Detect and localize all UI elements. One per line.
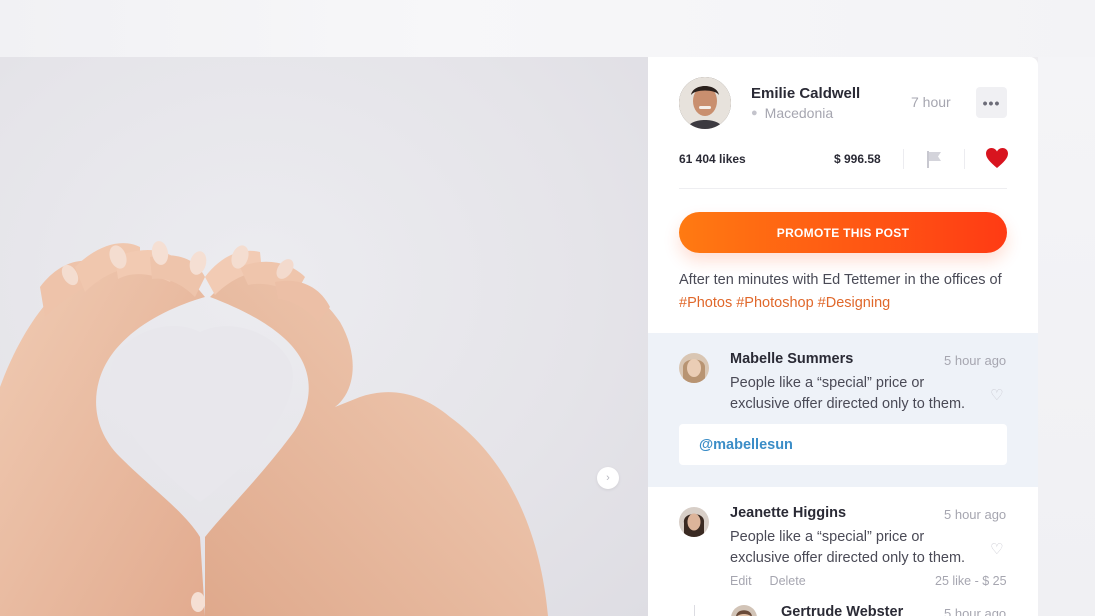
post-caption: After ten minutes with Ed Tettemer in th… <box>679 269 1014 315</box>
comment-time: 5 hour ago <box>944 507 1007 522</box>
commenter-name[interactable]: Mabelle Summers <box>730 351 853 367</box>
post-panel: Emilie Caldwell ● Macedonia 7 hour ••• 6… <box>648 57 1038 616</box>
map-pin-icon: ● <box>751 107 758 119</box>
post-stats: 61 404 likes $ 996.58 <box>679 143 1009 189</box>
delete-link[interactable]: Delete <box>770 574 806 588</box>
comment-actions: Edit Delete <box>730 574 806 588</box>
likes-count: 61 404 likes <box>679 152 746 166</box>
author-location: ● Macedonia <box>751 105 833 121</box>
avatar-image <box>731 605 757 616</box>
reply-mention[interactable]: @mabellesun <box>699 437 793 453</box>
post-price: $ 996.58 <box>834 152 881 166</box>
caption-text: After ten minutes with Ed Tettemer in th… <box>679 272 1002 288</box>
comment-time: 5 hour ago <box>944 353 1007 368</box>
edit-link[interactable]: Edit <box>730 574 752 588</box>
heart-hands-illustration <box>0 241 548 616</box>
divider <box>964 149 965 169</box>
commenter-avatar[interactable] <box>679 507 709 537</box>
author-avatar[interactable] <box>679 77 731 129</box>
flag-icon[interactable] <box>924 149 944 169</box>
heart-outline-icon[interactable]: ♡ <box>990 386 1003 404</box>
author-name[interactable]: Emilie Caldwell <box>751 85 860 102</box>
comment-meta: 25 like - $ 25 <box>935 574 1007 588</box>
more-options-button[interactable]: ••• <box>976 87 1007 118</box>
commenter-name[interactable]: Gertrude Webster <box>781 604 903 616</box>
hashtags[interactable]: #Photos #Photoshop #Designing <box>679 295 890 311</box>
post-header: Emilie Caldwell ● Macedonia 7 hour ••• 6… <box>648 57 1038 327</box>
comment-item: Mabelle Summers 5 hour ago People like a… <box>648 333 1038 487</box>
location-text: Macedonia <box>764 105 834 121</box>
background-right <box>1038 57 1095 616</box>
next-photo-button[interactable]: › <box>597 467 619 489</box>
commenter-avatar[interactable] <box>731 605 757 616</box>
post-time: 7 hour <box>911 94 951 110</box>
background-top <box>0 0 1095 57</box>
heart-icon[interactable] <box>985 147 1009 169</box>
reply-mention-box[interactable]: @mabellesun <box>679 424 1007 465</box>
commenter-name[interactable]: Jeanette Higgins <box>730 505 846 521</box>
heart-outline-icon[interactable]: ♡ <box>990 540 1003 558</box>
chevron-right-icon: › <box>606 472 610 484</box>
comment-time: 5 hour ago <box>944 606 1007 616</box>
avatar-image <box>679 353 709 383</box>
comment-item: Jeanette Higgins 5 hour ago People like … <box>648 487 1038 616</box>
avatar-image <box>679 77 731 129</box>
thread-line <box>694 605 695 616</box>
avatar-image <box>679 507 709 537</box>
post-photo: › <box>0 57 648 616</box>
divider <box>903 149 904 169</box>
promote-post-button[interactable]: PROMOTE THIS POST <box>679 212 1007 253</box>
comment-text: People like a “special” price or exclusi… <box>730 375 966 412</box>
commenter-avatar[interactable] <box>679 353 709 383</box>
comment-text: People like a “special” price or exclusi… <box>730 529 966 566</box>
